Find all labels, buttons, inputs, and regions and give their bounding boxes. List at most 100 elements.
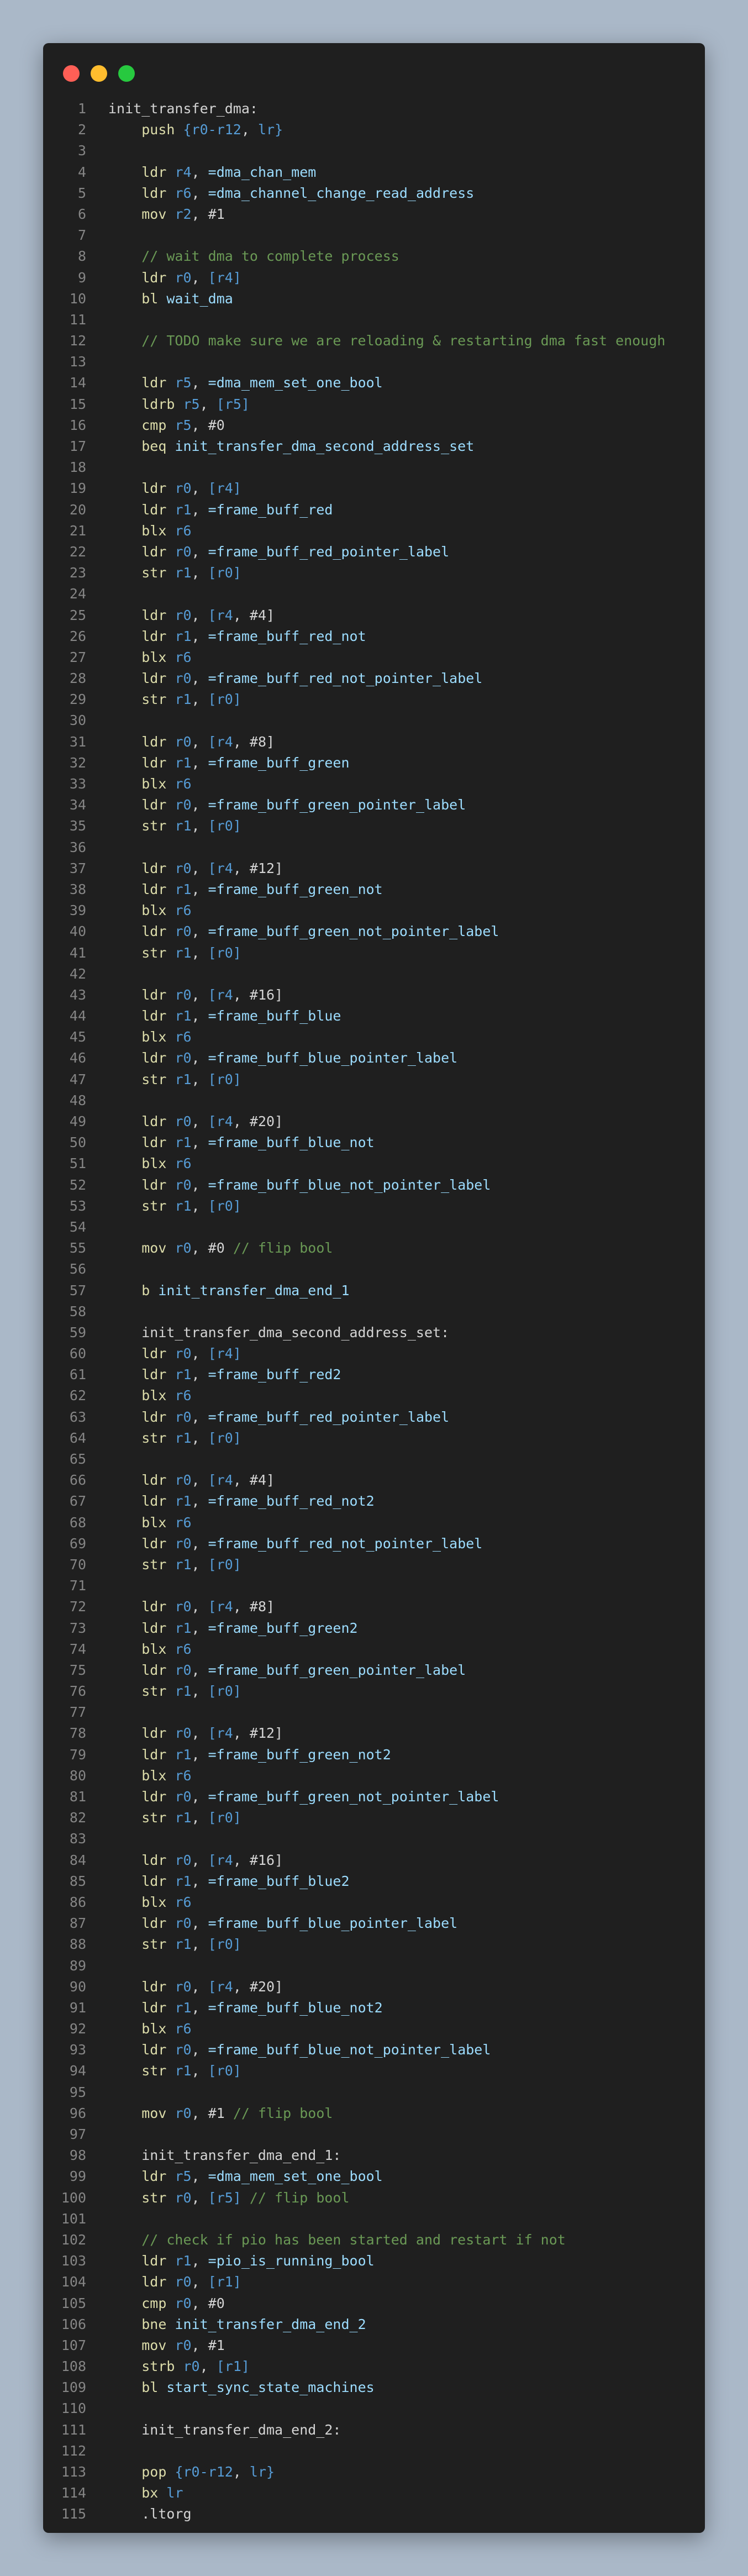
line-number: 41: [69, 944, 86, 961]
code-text: ldr r0, =frame_buff_green_pointer_label: [141, 797, 466, 813]
code-line: 70 str r1, [r0]: [43, 1554, 705, 1575]
code-line: 93 ldr r0, =frame_buff_blue_not_pointer_…: [43, 2039, 705, 2060]
line-number: 26: [69, 628, 86, 644]
line-number: 57: [69, 1282, 86, 1298]
line-number: 23: [69, 565, 86, 581]
line-number: 96: [69, 2105, 86, 2121]
code-line: 74 blx r6: [43, 1639, 705, 1660]
code-text: blx r6: [141, 522, 192, 539]
code-text: ldr r1, =frame_buff_green2: [141, 1620, 358, 1636]
code-text: blx r6: [141, 1641, 192, 1657]
code-line: 13: [43, 351, 705, 372]
code-text: ldr r5, =dma_mem_set_one_bool: [141, 375, 383, 391]
code-text: ldr r0, [r4, #12]: [141, 860, 283, 876]
line-number: 67: [69, 1493, 86, 1510]
code-line: 41 str r1, [r0]: [43, 943, 705, 964]
code-line: 26 ldr r1, =frame_buff_red_not: [43, 626, 705, 647]
code-text: blx r6: [141, 776, 192, 792]
code-line: 8 // wait dma to complete process: [43, 246, 705, 267]
line-number: 93: [69, 2042, 86, 2058]
line-number: 40: [69, 923, 86, 940]
code-line: 17 beq init_transfer_dma_second_address_…: [43, 436, 705, 457]
code-text: ldr r0, [r4, #16]: [141, 986, 283, 1003]
line-number: 110: [61, 2400, 86, 2417]
line-number: 89: [69, 1957, 86, 1974]
code-text: ldr r0, [r4, #20]: [141, 1978, 283, 1995]
line-number: 7: [77, 227, 86, 244]
code-text: .ltorg: [141, 2506, 192, 2522]
line-number: 3: [77, 143, 86, 159]
line-number: 109: [61, 2379, 86, 2396]
code-line: 86 blx r6: [43, 1892, 705, 1913]
code-text: ldr r1, =frame_buff_green_not: [141, 881, 383, 897]
code-line: 35 str r1, [r0]: [43, 816, 705, 837]
minimize-button[interactable]: [91, 65, 107, 82]
line-number: 51: [69, 1155, 86, 1172]
code-line: 99 ldr r5, =dma_mem_set_one_bool: [43, 2166, 705, 2187]
code-line: 98 init_transfer_dma_end_1:: [43, 2145, 705, 2166]
code-text: str r1, [r0]: [141, 565, 241, 581]
code-line: 115 .ltorg: [43, 2504, 705, 2525]
code-line: 67 ldr r1, =frame_buff_red_not2: [43, 1491, 705, 1512]
close-button[interactable]: [63, 65, 80, 82]
code-text: str r1, [r0]: [141, 691, 241, 708]
code-text: str r1, [r0]: [141, 1197, 241, 1214]
line-number: 52: [69, 1176, 86, 1193]
code-line: 23 str r1, [r0]: [43, 562, 705, 583]
code-line: 44 ldr r1, =frame_buff_blue: [43, 1006, 705, 1027]
code-line: 19 ldr r0, [r4]: [43, 478, 705, 499]
line-number: 12: [69, 333, 86, 349]
code-line: 76 str r1, [r0]: [43, 1681, 705, 1702]
code-line: 66 ldr r0, [r4, #4]: [43, 1470, 705, 1491]
code-line: 79 ldr r1, =frame_buff_green_not2: [43, 1744, 705, 1765]
code-text: ldr r0, [r4, #20]: [141, 1113, 283, 1129]
code-text: ldr r0, [r4, #8]: [141, 733, 275, 750]
code-line: 113 pop {r0-r12, lr}: [43, 2462, 705, 2483]
code-line: 43 ldr r0, [r4, #16]: [43, 985, 705, 1006]
code-line: 16 cmp r5, #0: [43, 415, 705, 436]
code-text: str r1, [r0]: [141, 1429, 241, 1446]
code-editor[interactable]: 1 init_transfer_dma: 2 push {r0-r12, lr} 3 4…: [43, 98, 705, 2525]
code-text: ldr r0, [r4, #4]: [141, 1472, 275, 1489]
code-line: 84 ldr r0, [r4, #16]: [43, 1850, 705, 1871]
line-number: 13: [69, 354, 86, 370]
code-line: 52 ldr r0, =frame_buff_blue_not_pointer_…: [43, 1175, 705, 1196]
code-text: str r1, [r0]: [141, 818, 241, 834]
line-number: 20: [69, 501, 86, 518]
code-line: 112: [43, 2441, 705, 2462]
code-line: 75 ldr r0, =frame_buff_green_pointer_lab…: [43, 1660, 705, 1681]
code-text: ldr r1, =frame_buff_red: [141, 501, 333, 518]
code-text: blx r6: [141, 1514, 192, 1531]
code-text: ldr r1, =frame_buff_green_not2: [141, 1746, 391, 1763]
line-number: 88: [69, 1936, 86, 1953]
code-text: ldr r0, [r4, #12]: [141, 1725, 283, 1742]
title-bar: [43, 43, 705, 104]
code-line: 9 ldr r0, [r4]: [43, 267, 705, 288]
code-line: 50 ldr r1, =frame_buff_blue_not: [43, 1132, 705, 1153]
code-line: 2 push {r0-r12, lr}: [43, 119, 705, 140]
line-number: 92: [69, 2021, 86, 2037]
line-number: 112: [61, 2442, 86, 2459]
code-text: init_transfer_dma_second_address_set:: [141, 1324, 450, 1340]
line-number: 15: [69, 396, 86, 412]
code-text: ldr r0, =frame_buff_red_not_pointer_labe…: [141, 670, 483, 687]
line-number: 75: [69, 1662, 86, 1678]
line-number: 48: [69, 1092, 86, 1108]
line-number: 24: [69, 586, 86, 602]
line-number: 31: [69, 733, 86, 750]
line-number: 68: [69, 1514, 86, 1531]
code-text: ldr r0, =frame_buff_green_not_pointer_la…: [141, 1789, 499, 1805]
code-text: ldr r1, =frame_buff_blue_not2: [141, 1999, 383, 2016]
maximize-button[interactable]: [118, 65, 135, 82]
code-text: b init_transfer_dma_end_1: [141, 1282, 350, 1298]
line-number: 9: [77, 269, 86, 286]
line-number: 58: [69, 1303, 86, 1319]
code-text: ldr r5, =dma_mem_set_one_bool: [141, 2168, 383, 2185]
line-number: 73: [69, 1620, 86, 1636]
code-line: 15 ldrb r5, [r5]: [43, 394, 705, 415]
code-text: beq init_transfer_dma_second_address_set: [141, 438, 475, 454]
code-line: 80 blx r6: [43, 1765, 705, 1786]
line-number: 83: [69, 1831, 86, 1847]
line-number: 1: [77, 101, 86, 117]
line-number: 14: [69, 375, 86, 391]
